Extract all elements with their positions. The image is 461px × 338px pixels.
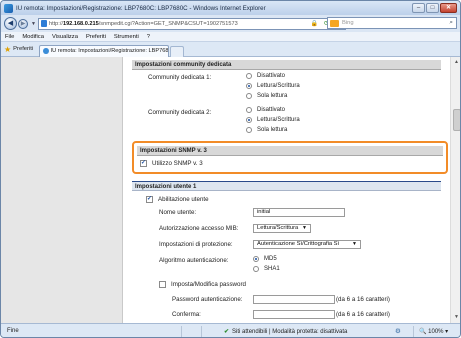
- internet-explorer-icon: [4, 3, 13, 13]
- radio-icon: [246, 93, 252, 99]
- community-2-option-readwrite[interactable]: Lettura/Scrittura: [246, 117, 300, 123]
- left-navigation-panel: [1, 57, 123, 323]
- zoom-level[interactable]: 🔍 100% ▾: [419, 328, 448, 335]
- security-label: Impostazioni di protezione:: [159, 241, 233, 248]
- algorithm-sha1-radio[interactable]: SHA1: [253, 266, 280, 272]
- auth-password-input[interactable]: [253, 295, 335, 304]
- window-title: IU remota: Impostazioni/Registrazione: L…: [16, 4, 266, 12]
- confirm-label: Conferma:: [172, 311, 201, 318]
- bing-icon: [330, 19, 339, 27]
- address-toolbar: ◀ ▶ ▼ http://192.168.0.215/snmpedit.cgi?…: [1, 15, 460, 32]
- vertical-scrollbar[interactable]: ▲ ▼: [450, 57, 460, 323]
- forward-button[interactable]: ▶: [18, 18, 28, 29]
- lock-icon[interactable]: 🔒: [310, 20, 319, 28]
- menu-modifica[interactable]: Modifica: [22, 34, 44, 40]
- radio-selected-icon: [246, 117, 252, 123]
- menu-bar: File Modifica Visualizza Preferiti Strum…: [1, 32, 460, 42]
- page-icon: [40, 20, 47, 27]
- back-button[interactable]: ◀: [4, 17, 17, 30]
- security-zone[interactable]: ✔ Siti attendibili | Modalità protetta: d…: [224, 328, 347, 335]
- radio-icon: [253, 266, 259, 272]
- chevron-down-icon: ▼: [302, 225, 307, 231]
- new-tab-button[interactable]: [170, 45, 185, 57]
- community-section-header: Impostazioni community dedicata: [132, 60, 441, 70]
- enable-user-checkbox[interactable]: ✓ Abilitazione utente: [146, 196, 209, 203]
- set-password-checkbox[interactable]: Imposta/Modifica password: [159, 281, 246, 288]
- search-icon[interactable]: ⌕: [449, 19, 453, 27]
- status-divider: [181, 326, 182, 337]
- radio-icon: [246, 107, 252, 113]
- snmpv3-section-header: Impostazioni SNMP v. 3: [137, 146, 443, 156]
- favorites-star-icon[interactable]: ★: [4, 45, 11, 54]
- favorites-button[interactable]: Preferiti: [13, 46, 33, 52]
- radio-selected-icon: [246, 83, 252, 89]
- settings-area: Impostazioni community dedicata Communit…: [123, 57, 450, 323]
- mib-access-select[interactable]: Lettura/Scrittura ▼: [253, 224, 311, 233]
- maximize-button[interactable]: □: [426, 3, 439, 13]
- security-select[interactable]: Autenticazione Sì/Crittografia Sì ▼: [253, 240, 361, 249]
- search-placeholder: Bing: [342, 20, 354, 26]
- community-1-label: Community dedicata 1:: [148, 74, 212, 81]
- community-2-option-disabled[interactable]: Disattivato: [246, 107, 285, 113]
- username-label: Nome utente:: [159, 209, 197, 216]
- tools-icon[interactable]: ⚙: [395, 327, 401, 335]
- checkbox-unchecked-icon: [159, 281, 166, 288]
- menu-help[interactable]: ?: [147, 34, 150, 40]
- community-2-option-readonly[interactable]: Sola lettura: [246, 127, 287, 133]
- scroll-up-icon[interactable]: ▲: [452, 58, 460, 67]
- algorithm-md5-radio[interactable]: MD5: [253, 256, 277, 262]
- window-controls: – □ ✕: [412, 3, 457, 13]
- user1-section-header: Impostazioni utente 1: [132, 181, 441, 191]
- page-content: Impostazioni community dedicata Communit…: [1, 57, 460, 323]
- status-divider: [201, 326, 202, 337]
- tab-remote-ui[interactable]: IU remota: Impostazioni/Registrazione: L…: [39, 44, 170, 57]
- radio-selected-icon: [253, 256, 259, 262]
- search-box[interactable]: Bing ⌕: [327, 17, 457, 29]
- status-divider: [413, 326, 414, 337]
- community-1-option-readwrite[interactable]: Lettura/Scrittura: [246, 83, 300, 89]
- chevron-down-icon: ▼: [352, 241, 357, 247]
- community-1-option-readonly[interactable]: Sola lettura: [246, 93, 287, 99]
- status-text: Fine: [7, 328, 19, 334]
- scroll-thumb[interactable]: [453, 109, 460, 131]
- menu-file[interactable]: File: [5, 34, 14, 40]
- trusted-check-icon: ✔: [224, 329, 230, 335]
- status-bar: Fine ✔ Siti attendibili | Modalità protet…: [1, 323, 460, 337]
- menu-visualizza[interactable]: Visualizza: [52, 34, 78, 40]
- zoom-icon: 🔍: [419, 329, 427, 335]
- menu-preferiti[interactable]: Preferiti: [86, 34, 106, 40]
- auth-password-hint: (da 6 a 16 caratteri): [336, 296, 390, 303]
- auth-algorithm-label: Algoritmo autenticazione:: [159, 257, 229, 264]
- radio-icon: [246, 73, 252, 79]
- minimize-button[interactable]: –: [412, 3, 425, 13]
- checkbox-checked-icon: ✓: [140, 160, 147, 167]
- title-bar: IU remota: Impostazioni/Registrazione: L…: [1, 1, 460, 15]
- community-1-option-disabled[interactable]: Disattivato: [246, 73, 285, 79]
- tab-title: IU remota: Impostazioni/Registrazione: L…: [50, 48, 169, 54]
- mib-access-label: Autorizzazione accesso MIB:: [159, 225, 239, 232]
- scroll-down-icon[interactable]: ▼: [452, 313, 460, 322]
- use-snmpv3-checkbox[interactable]: ✓ Utilizzo SNMP v. 3: [140, 160, 203, 167]
- url-text[interactable]: http://192.168.0.215/snmpedit.cgi?Action…: [49, 21, 238, 27]
- radio-icon: [246, 127, 252, 133]
- checkbox-checked-icon: ✓: [146, 196, 153, 203]
- close-button[interactable]: ✕: [440, 3, 457, 13]
- username-input[interactable]: initial: [253, 208, 345, 217]
- snmpv3-highlight-frame: Impostazioni SNMP v. 3 ✓ Utilizzo SNMP v.…: [132, 141, 448, 174]
- browser-window: IU remota: Impostazioni/Registrazione: L…: [0, 0, 461, 338]
- favorites-bar: ★ Preferiti IU remota: Impostazioni/Regi…: [1, 42, 460, 57]
- menu-strumenti[interactable]: Strumenti: [114, 34, 139, 40]
- history-dropdown-icon[interactable]: ▼: [31, 21, 36, 27]
- confirm-password-input[interactable]: [253, 310, 335, 319]
- auth-password-label: Password autenticazione:: [172, 296, 243, 303]
- community-2-label: Community dedicata 2:: [148, 109, 212, 116]
- confirm-password-hint: (da 6 a 16 caratteri): [336, 311, 390, 318]
- tab-page-icon: [43, 48, 49, 54]
- address-bar[interactable]: http://192.168.0.215/snmpedit.cgi?Action…: [37, 17, 346, 30]
